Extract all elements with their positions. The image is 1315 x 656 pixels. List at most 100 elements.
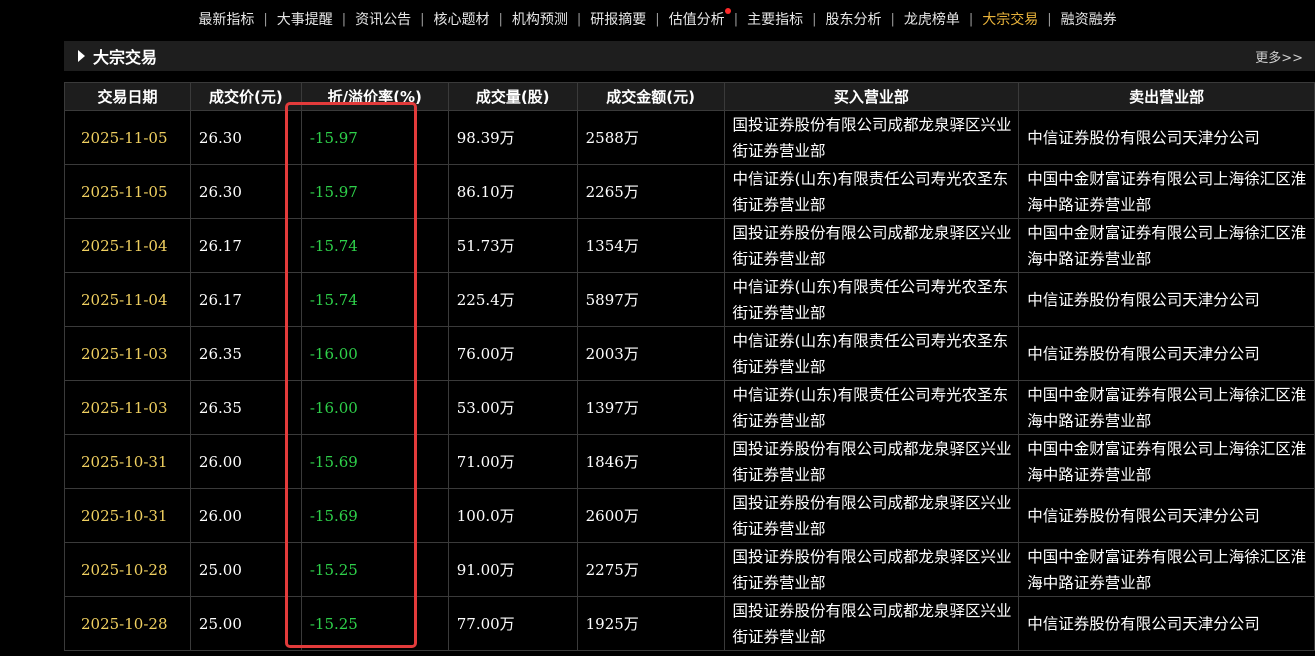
seller-branch-cell: 中信证券股份有限公司天津分公司 [1018, 326, 1315, 381]
nav-item-1[interactable]: 大事提醒 [268, 9, 342, 29]
nav-item-label: 股东分析 [825, 12, 882, 28]
price-cell: 26.17 [189, 218, 302, 273]
amount-cell: 5897万 [576, 272, 725, 327]
amount-cell: 1846万 [576, 434, 725, 489]
nav-item-9[interactable]: 龙虎榜单 [895, 9, 969, 29]
nav-item-label: 主要指标 [747, 12, 804, 28]
volume-cell: 98.39万 [447, 110, 578, 165]
column-header: 成交金额(元) [576, 82, 725, 111]
column-header: 成交价(元) [189, 82, 302, 111]
seller-branch-cell: 中信证券股份有限公司天津分公司 [1018, 596, 1315, 651]
triangle-right-icon [78, 50, 85, 62]
price-cell: 26.17 [189, 272, 302, 327]
price-cell: 25.00 [189, 596, 302, 651]
trade-date-cell: 2025-11-05 [64, 164, 191, 219]
price-cell: 26.30 [189, 110, 302, 165]
nav-item-7[interactable]: 主要指标 [738, 9, 812, 29]
seller-branch-cell: 中国中金财富证券有限公司上海徐汇区淮海中路证券营业部 [1018, 380, 1315, 435]
table-row: 2025-11-05 26.30 -15.97 98.39万 2588万 国投证券股份有限… [64, 110, 1315, 165]
block-trade-table: 交易日期 成交价(元) 折/溢价率(%) 成交量(股) 成交金额(元) 买入营业部 卖出营业… [64, 82, 1315, 651]
trade-date-cell: 2025-10-28 [64, 542, 191, 597]
table-row: 2025-11-05 26.30 -15.97 86.10万 2265万 中信证券(山东)… [64, 164, 1315, 219]
nav-item-11[interactable]: 融资融券 [1052, 9, 1126, 29]
table-header-row: 交易日期 成交价(元) 折/溢价率(%) 成交量(股) 成交金额(元) 买入营业部 卖出营业… [64, 82, 1315, 111]
volume-cell: 71.00万 [447, 434, 578, 489]
trade-date-cell: 2025-11-03 [64, 326, 191, 381]
amount-cell: 1354万 [576, 218, 725, 273]
amount-cell: 1397万 [576, 380, 725, 435]
premium-rate-cell: -15.25 [300, 542, 449, 597]
buyer-branch-cell: 国投证券股份有限公司成都龙泉驿区兴业街证券营业部 [723, 110, 1020, 165]
buyer-branch-cell: 国投证券股份有限公司成都龙泉驿区兴业街证券营业部 [723, 488, 1020, 543]
nav-item-label: 机构预测 [511, 12, 568, 28]
nav-item-10[interactable]: 大宗交易 [973, 9, 1047, 29]
volume-cell: 76.00万 [447, 326, 578, 381]
nav-item-6[interactable]: 估值分析 [660, 8, 734, 29]
amount-cell: 2600万 [576, 488, 725, 543]
trade-date-cell: 2025-11-04 [64, 218, 191, 273]
price-cell: 26.30 [189, 164, 302, 219]
nav-item-label: 大事提醒 [276, 12, 333, 28]
table-row: 2025-11-04 26.17 -15.74 225.4万 5897万 中信证券(山东)… [64, 272, 1315, 327]
column-header: 成交量(股) [447, 82, 578, 111]
nav-item-5[interactable]: 研报摘要 [581, 9, 655, 29]
nav-item-label: 龙虎榜单 [903, 12, 960, 28]
column-header: 买入营业部 [723, 82, 1020, 111]
amount-cell: 1925万 [576, 596, 725, 651]
nav-item-label: 大宗交易 [982, 12, 1039, 28]
section-header: 大宗交易 更多>> [64, 41, 1315, 71]
price-cell: 25.00 [189, 542, 302, 597]
nav-item-label: 估值分析 [668, 12, 725, 28]
buyer-branch-cell: 中信证券(山东)有限责任公司寿光农圣东街证券营业部 [723, 380, 1020, 435]
trade-date-cell: 2025-10-28 [64, 596, 191, 651]
premium-rate-cell: -15.74 [300, 218, 449, 273]
trade-date-cell: 2025-11-03 [64, 380, 191, 435]
premium-rate-cell: -15.25 [300, 596, 449, 651]
seller-branch-cell: 中国中金财富证券有限公司上海徐汇区淮海中路证券营业部 [1018, 164, 1315, 219]
amount-cell: 2588万 [576, 110, 725, 165]
trade-date-cell: 2025-10-31 [64, 434, 191, 489]
buyer-branch-cell: 中信证券(山东)有限责任公司寿光农圣东街证券营业部 [723, 326, 1020, 381]
premium-rate-cell: -15.74 [300, 272, 449, 327]
volume-cell: 86.10万 [447, 164, 578, 219]
nav-item-label: 研报摘要 [590, 12, 647, 28]
seller-branch-cell: 中信证券股份有限公司天津分公司 [1018, 488, 1315, 543]
buyer-branch-cell: 国投证券股份有限公司成都龙泉驿区兴业街证券营业部 [723, 542, 1020, 597]
seller-branch-cell: 中信证券股份有限公司天津分公司 [1018, 272, 1315, 327]
nav-item-label: 资讯公告 [355, 12, 412, 28]
nav-item-label: 融资融券 [1060, 12, 1117, 28]
premium-rate-cell: -15.69 [300, 434, 449, 489]
amount-cell: 2275万 [576, 542, 725, 597]
section-title: 大宗交易 [93, 48, 158, 67]
trade-date-cell: 2025-11-05 [64, 110, 191, 165]
seller-branch-cell: 中信证券股份有限公司天津分公司 [1018, 110, 1315, 165]
seller-branch-cell: 中国中金财富证券有限公司上海徐汇区淮海中路证券营业部 [1018, 542, 1315, 597]
table-row: 2025-10-28 25.00 -15.25 77.00万 1925万 国投证券股份有限… [64, 596, 1315, 651]
nav-item-label: 最新指标 [198, 12, 255, 28]
amount-cell: 2003万 [576, 326, 725, 381]
nav-item-8[interactable]: 股东分析 [816, 9, 890, 29]
volume-cell: 100.0万 [447, 488, 578, 543]
volume-cell: 53.00万 [447, 380, 578, 435]
trade-date-cell: 2025-11-04 [64, 272, 191, 327]
more-link[interactable]: 更多>> [1255, 47, 1303, 66]
nav-item-3[interactable]: 核心题材 [425, 9, 499, 29]
nav-item-0[interactable]: 最新指标 [189, 9, 263, 29]
nav-item-2[interactable]: 资讯公告 [346, 9, 420, 29]
table-row: 2025-10-31 26.00 -15.69 71.00万 1846万 国投证券股份有限… [64, 434, 1315, 489]
price-cell: 26.00 [189, 488, 302, 543]
nav-item-label: 核心题材 [433, 12, 490, 28]
table-row: 2025-11-03 26.35 -16.00 76.00万 2003万 中信证券(山东)… [64, 326, 1315, 381]
nav-item-4[interactable]: 机构预测 [503, 9, 577, 29]
volume-cell: 91.00万 [447, 542, 578, 597]
table-row: 2025-11-04 26.17 -15.74 51.73万 1354万 国投证券股份有限… [64, 218, 1315, 273]
price-cell: 26.35 [189, 380, 302, 435]
column-header: 卖出营业部 [1018, 82, 1315, 111]
seller-branch-cell: 中国中金财富证券有限公司上海徐汇区淮海中路证券营业部 [1018, 218, 1315, 273]
price-cell: 26.00 [189, 434, 302, 489]
buyer-branch-cell: 国投证券股份有限公司成都龙泉驿区兴业街证券营业部 [723, 218, 1020, 273]
table-row: 2025-11-03 26.35 -16.00 53.00万 1397万 中信证券(山东)… [64, 380, 1315, 435]
top-nav: 最新指标 | 大事提醒 | 资讯公告 | 核心题材 | 机构预测 | 研报摘要 | 估值分析 | 主要指标 |… [0, 0, 1315, 38]
premium-rate-cell: -15.97 [300, 164, 449, 219]
volume-cell: 51.73万 [447, 218, 578, 273]
